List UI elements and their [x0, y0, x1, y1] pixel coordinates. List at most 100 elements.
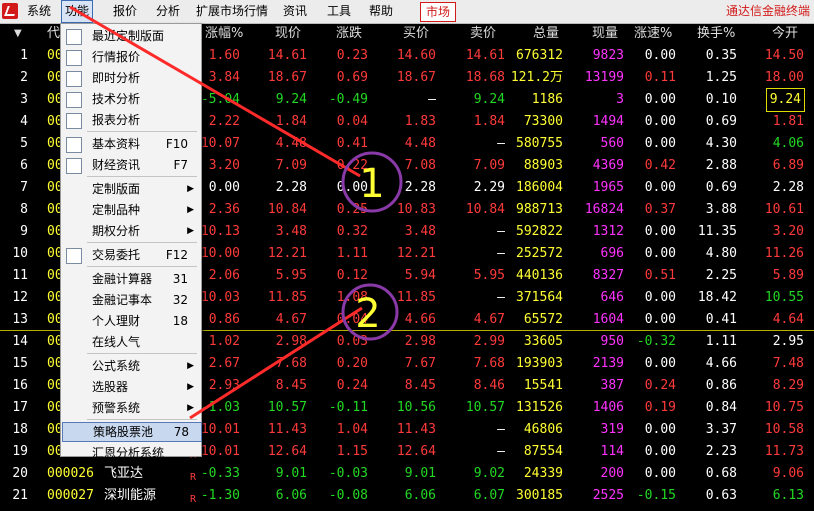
open-price: 14.50	[764, 48, 804, 63]
menu-item-15[interactable]: 公式系统 ▶	[62, 356, 200, 376]
open-price: 10.61	[764, 202, 804, 217]
menu-separator	[87, 131, 197, 132]
menu-item-0[interactable]: 最近定制版面	[62, 26, 200, 46]
menu-item-6[interactable]: 财经资讯 F7	[62, 155, 200, 175]
turnover: 1.11	[705, 334, 737, 349]
row-number: 17	[12, 400, 28, 415]
row-number: 12	[12, 290, 28, 305]
margin-flag: R	[190, 494, 197, 505]
volume: 592822	[516, 224, 563, 239]
menu-item-label: 公式系统	[92, 359, 141, 373]
col-change-pct[interactable]: 涨幅%	[205, 23, 243, 45]
bid: 8.45	[404, 378, 436, 393]
volume: 121.2万	[510, 70, 563, 85]
market-button[interactable]: 市场	[420, 2, 457, 22]
turnover: 4.80	[705, 246, 737, 261]
change-pct: 2.36	[208, 202, 240, 217]
menu-item-19[interactable]: 汇恩分析系统	[62, 443, 200, 463]
speed: 0.00	[644, 48, 676, 63]
menu-item-3[interactable]: 技术分析	[62, 89, 200, 109]
col-price[interactable]: 现价	[275, 23, 301, 45]
col-speed[interactable]: 涨速%	[634, 23, 672, 45]
menu-item-4[interactable]: 报表分析	[62, 110, 200, 130]
price: 3.48	[275, 224, 307, 239]
menu-item-1[interactable]: 行情报价	[62, 47, 200, 67]
row-number: 14	[12, 334, 28, 349]
menu-tools[interactable]: 工具	[324, 0, 354, 23]
menu-item-14[interactable]: 在线人气	[62, 332, 200, 352]
bid: 11.85	[396, 290, 436, 305]
menu-item-11[interactable]: 金融计算器 31	[62, 269, 200, 289]
menu-item-10[interactable]: 交易委托 F12	[62, 245, 200, 265]
speed: 0.19	[644, 400, 676, 415]
col-code[interactable]: 代	[47, 23, 60, 45]
change-pct: 10.00	[200, 246, 240, 261]
menu-item-17[interactable]: 预警系统 ▶	[62, 398, 200, 418]
turnover: 0.69	[705, 114, 737, 129]
change-pct: 2.22	[208, 114, 240, 129]
ask: 10.84	[465, 202, 505, 217]
col-turnover[interactable]: 换手%	[697, 23, 735, 45]
volume: 193903	[516, 356, 563, 371]
col-change[interactable]: 涨跌	[336, 23, 362, 45]
menu-item-label: 策略股票池	[93, 425, 154, 439]
price: 11.85	[267, 290, 307, 305]
row-number: 1	[20, 48, 28, 63]
sort-arrow-icon[interactable]: ▼	[14, 23, 22, 45]
col-volume[interactable]: 总量	[533, 23, 559, 45]
table-row[interactable]: 20 000026 飞亚达 R -0.33 9.01 -0.03 9.01 9.02 24339 2…	[0, 463, 814, 485]
open-price: 4.06	[772, 136, 804, 151]
menu-item-18[interactable]: 策略股票池 78	[62, 422, 202, 442]
menu-item-7[interactable]: 定制版面 ▶	[62, 179, 200, 199]
menu-item-13[interactable]: 个人理财 18	[62, 311, 200, 331]
col-ask[interactable]: 卖价	[470, 23, 496, 45]
ask: —	[497, 136, 505, 151]
price: 11.43	[267, 422, 307, 437]
volume: 186004	[516, 180, 563, 195]
menu-help[interactable]: 帮助	[366, 0, 396, 23]
menu-extended-market[interactable]: 扩展市场行情	[193, 0, 271, 23]
change-pct: 10.03	[200, 290, 240, 305]
turnover: 0.68	[705, 466, 737, 481]
change-pct: 3.84	[208, 70, 240, 85]
col-open[interactable]: 今开	[772, 23, 798, 45]
menu-item-16[interactable]: 选股器 ▶	[62, 377, 200, 397]
col-bid[interactable]: 买价	[403, 23, 429, 45]
menu-separator	[87, 266, 197, 267]
menu-item-5[interactable]: 基本资料 F10	[62, 134, 200, 154]
menu-item-label: 选股器	[92, 380, 129, 394]
menu-item-shortcut: 18	[172, 314, 188, 328]
row-number: 18	[12, 422, 28, 437]
change-pct: 2.06	[208, 268, 240, 283]
turnover: 0.69	[705, 180, 737, 195]
ask: 9.24	[473, 92, 505, 107]
volume: 1186	[531, 92, 563, 107]
open-price: 18.00	[764, 70, 804, 85]
ask: —	[497, 422, 505, 437]
menu-item-2[interactable]: 即时分析	[62, 68, 200, 88]
bid: 12.64	[396, 444, 436, 459]
bid: 9.01	[404, 466, 436, 481]
ask: 14.61	[465, 48, 505, 63]
menu-function[interactable]: 功能	[61, 0, 94, 23]
menu-item-label: 定制版面	[92, 182, 141, 196]
open-price: 9.06	[772, 466, 804, 481]
menu-item-8[interactable]: 定制品种 ▶	[62, 200, 200, 220]
change: 1.04	[336, 422, 368, 437]
change: 0.20	[336, 356, 368, 371]
speed: 0.51	[644, 268, 676, 283]
current-volume: 387	[600, 378, 624, 393]
open-price: 10.58	[764, 422, 804, 437]
app-logo-icon[interactable]	[2, 3, 18, 19]
menu-analysis[interactable]: 分析	[153, 0, 183, 23]
menu-system[interactable]: 系统	[24, 0, 54, 23]
menu-item-9[interactable]: 期权分析 ▶	[62, 221, 200, 241]
row-number: 13	[12, 312, 28, 327]
open-price: 5.89	[772, 268, 804, 283]
menu-quote[interactable]: 报价	[110, 0, 140, 23]
col-current-vol[interactable]: 现量	[592, 23, 618, 45]
price: 18.67	[267, 70, 307, 85]
menu-item-12[interactable]: 金融记事本 32	[62, 290, 200, 310]
menu-news[interactable]: 资讯	[280, 0, 310, 23]
f10-icon	[66, 137, 82, 153]
